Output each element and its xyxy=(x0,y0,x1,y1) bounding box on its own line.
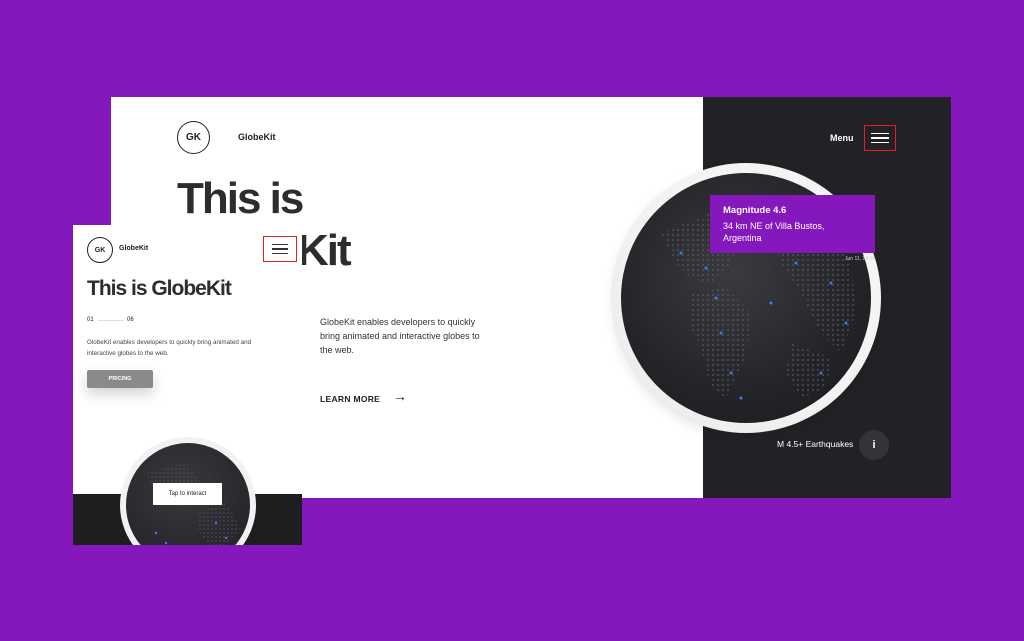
learn-more-link[interactable]: LEARN MORE xyxy=(320,394,380,404)
hamburger-icon[interactable] xyxy=(864,125,896,151)
tap-to-interact-button[interactable]: Tap to interact xyxy=(153,483,222,505)
hero-title-line2: Kit xyxy=(297,226,352,275)
hamburger-icon[interactable] xyxy=(263,236,297,262)
slide-end-number: 06 xyxy=(127,317,134,323)
logo[interactable]: GK xyxy=(177,121,210,154)
event-timestamp: Jun 11, 13:04 xyxy=(845,256,875,262)
tooltip-magnitude: Magnitude 4.6 xyxy=(723,205,787,216)
mobile-frame: GK GlobeKit This is GlobeKit 01 06 Globe… xyxy=(73,225,302,545)
logo[interactable]: GK xyxy=(87,237,113,263)
hero-title: This is GlobeKit xyxy=(87,277,232,300)
arrow-right-icon[interactable]: → xyxy=(393,388,407,404)
menu-label[interactable]: Menu xyxy=(830,133,854,143)
brand-name[interactable]: GlobeKit xyxy=(119,245,148,252)
brand-name[interactable]: GlobeKit xyxy=(238,132,276,142)
tooltip-location: 34 km NE of Villa Bustos, Argentina xyxy=(723,221,825,243)
hero-description: GlobeKit enables developers to quickly b… xyxy=(320,317,480,355)
hero-title-line1: This is xyxy=(177,174,304,223)
slide-progress xyxy=(98,320,123,321)
earthquake-tooltip: Magnitude 4.6 34 km NE of Villa Bustos, … xyxy=(710,195,875,253)
dataset-label: M 4.5+ Earthquakes xyxy=(777,439,854,449)
slide-start-number: 01 xyxy=(87,317,94,323)
pricing-button[interactable]: PRICING xyxy=(87,370,153,388)
hero-description: GlobeKit enables developers to quickly b… xyxy=(87,339,252,357)
info-icon[interactable]: i xyxy=(859,430,889,460)
